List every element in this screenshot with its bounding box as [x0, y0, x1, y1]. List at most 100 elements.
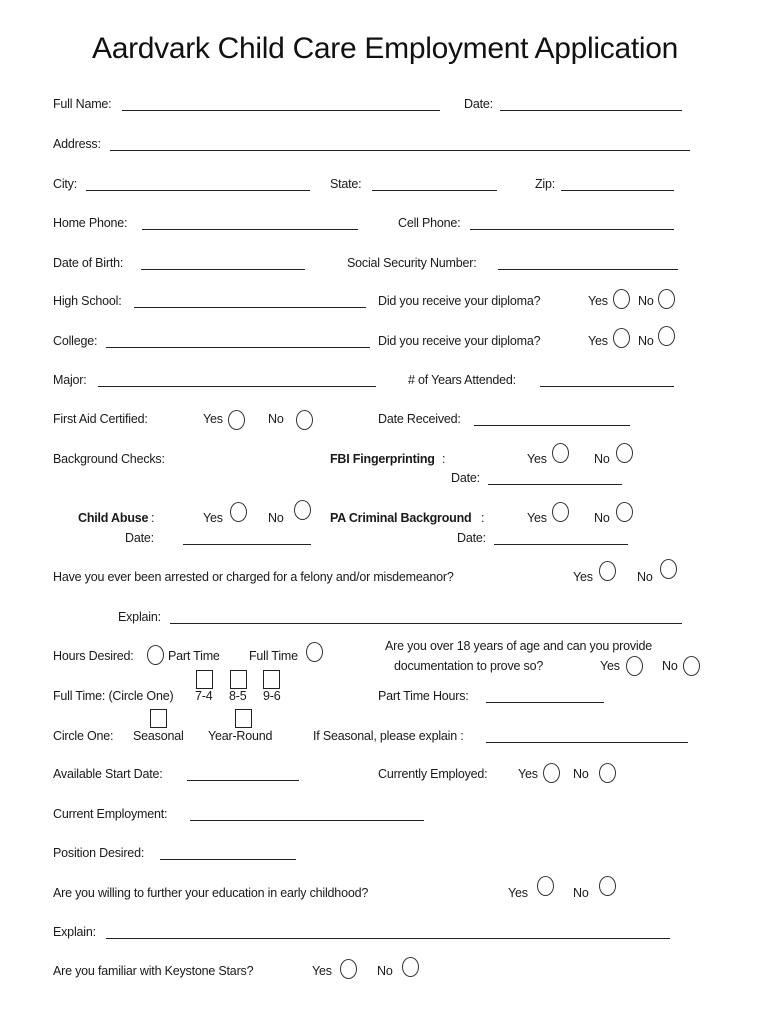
shift-96-checkbox[interactable] — [263, 670, 280, 689]
child-abuse-no-label: No — [268, 511, 284, 525]
education-no-label: No — [573, 886, 589, 900]
major-input[interactable] — [98, 386, 376, 387]
years-attended-label: # of Years Attended: — [408, 373, 516, 387]
pa-criminal-no-radio[interactable] — [616, 502, 633, 522]
seasonal-explain-input[interactable] — [486, 742, 688, 743]
first-aid-no-radio[interactable] — [296, 410, 313, 430]
current-employment-input[interactable] — [190, 820, 424, 821]
fbi-yes-radio[interactable] — [552, 443, 569, 463]
full-time-label: Full Time — [249, 649, 298, 663]
year-round-checkbox[interactable] — [235, 709, 252, 728]
position-desired-label: Position Desired: — [53, 846, 145, 860]
zip-input[interactable] — [561, 190, 674, 191]
hs-diploma-no-radio[interactable] — [658, 289, 675, 309]
arrested-explain-input[interactable] — [170, 623, 682, 624]
cell-phone-label: Cell Phone: — [398, 216, 461, 230]
first-aid-no-label: No — [268, 412, 284, 426]
keystone-no-label: No — [377, 964, 393, 978]
fbi-date-input[interactable] — [488, 484, 622, 485]
home-phone-input[interactable] — [142, 229, 358, 230]
education-no-radio[interactable] — [599, 876, 616, 896]
further-education-question: Are you willing to further your educatio… — [53, 886, 369, 900]
dob-label: Date of Birth: — [53, 256, 124, 270]
seasonal-checkbox[interactable] — [150, 709, 167, 728]
arrested-no-radio[interactable] — [660, 559, 677, 579]
education-yes-label: Yes — [508, 886, 528, 900]
education-yes-radio[interactable] — [537, 876, 554, 896]
pa-criminal-yes-label: Yes — [527, 511, 547, 525]
state-input[interactable] — [372, 190, 497, 191]
city-label: City: — [53, 177, 78, 191]
keystone-question: Are you familiar with Keystone Stars? — [53, 964, 254, 978]
child-abuse-no-radio[interactable] — [294, 500, 311, 520]
pa-criminal-date-input[interactable] — [494, 544, 628, 545]
first-aid-label: First Aid Certified: — [53, 412, 148, 426]
college-diploma-no-radio[interactable] — [658, 326, 675, 346]
fbi-label: FBI Fingerprinting — [330, 452, 435, 466]
dob-input[interactable] — [141, 269, 305, 270]
fbi-date-label: Date: — [451, 471, 480, 485]
over18-question-line1: Are you over 18 years of age and can you… — [385, 639, 652, 653]
full-name-input[interactable] — [122, 110, 440, 111]
first-aid-yes-label: Yes — [203, 412, 223, 426]
over18-no-radio[interactable] — [683, 656, 700, 676]
employed-yes-label: Yes — [518, 767, 538, 781]
high-school-label: High School: — [53, 294, 122, 308]
pa-criminal-yes-radio[interactable] — [552, 502, 569, 522]
over18-yes-radio[interactable] — [626, 656, 643, 676]
state-label: State: — [330, 177, 362, 191]
full-name-label: Full Name: — [53, 97, 112, 111]
hs-diploma-question: Did you receive your diploma? — [378, 294, 541, 308]
child-abuse-yes-radio[interactable] — [230, 502, 247, 522]
college-diploma-yes-label: Yes — [588, 334, 608, 348]
part-time-hours-input[interactable] — [486, 702, 604, 703]
shift-74-checkbox[interactable] — [196, 670, 213, 689]
shift-96-label: 9-6 — [263, 689, 281, 703]
fbi-yes-label: Yes — [527, 452, 547, 466]
arrested-explain-label: Explain: — [118, 610, 161, 624]
pa-criminal-label: PA Criminal Background — [330, 511, 472, 525]
child-abuse-colon: : — [151, 511, 155, 525]
full-time-radio[interactable] — [306, 642, 323, 662]
college-diploma-yes-radio[interactable] — [613, 328, 630, 348]
city-input[interactable] — [86, 190, 310, 191]
employed-no-radio[interactable] — [599, 763, 616, 783]
position-desired-input[interactable] — [160, 859, 296, 860]
date-input[interactable] — [500, 110, 682, 111]
ssn-input[interactable] — [498, 269, 678, 270]
address-input[interactable] — [110, 150, 690, 151]
zip-label: Zip: — [535, 177, 556, 191]
start-date-input[interactable] — [187, 780, 299, 781]
shift-85-checkbox[interactable] — [230, 670, 247, 689]
part-time-radio[interactable] — [147, 645, 164, 665]
full-time-shift-label: Full Time: (Circle One) — [53, 689, 174, 703]
keystone-no-radio[interactable] — [402, 957, 419, 977]
employed-yes-radio[interactable] — [543, 763, 560, 783]
child-abuse-date-input[interactable] — [183, 544, 311, 545]
cell-phone-input[interactable] — [470, 229, 674, 230]
circle-one-label: Circle One: — [53, 729, 114, 743]
hs-diploma-yes-label: Yes — [588, 294, 608, 308]
arrested-question: Have you ever been arrested or charged f… — [53, 570, 454, 584]
home-phone-label: Home Phone: — [53, 216, 128, 230]
date-received-input[interactable] — [474, 425, 630, 426]
shift-85-label: 8-5 — [229, 689, 247, 703]
first-aid-yes-radio[interactable] — [228, 410, 245, 430]
college-diploma-no-label: No — [638, 334, 654, 348]
keystone-yes-radio[interactable] — [340, 959, 357, 979]
hs-diploma-yes-radio[interactable] — [613, 289, 630, 309]
arrested-yes-radio[interactable] — [599, 561, 616, 581]
part-time-label: Part Time — [168, 649, 220, 663]
years-attended-input[interactable] — [540, 386, 674, 387]
child-abuse-label: Child Abuse — [78, 511, 149, 525]
education-explain-input[interactable] — [106, 938, 670, 939]
hours-desired-label: Hours Desired: — [53, 649, 134, 663]
fbi-colon: : — [442, 452, 446, 466]
college-label: College: — [53, 334, 98, 348]
background-checks-label: Background Checks: — [53, 452, 165, 466]
fbi-no-radio[interactable] — [616, 443, 633, 463]
high-school-input[interactable] — [134, 307, 366, 308]
college-input[interactable] — [106, 347, 370, 348]
education-explain-label: Explain: — [53, 925, 96, 939]
current-employment-label: Current Employment: — [53, 807, 168, 821]
